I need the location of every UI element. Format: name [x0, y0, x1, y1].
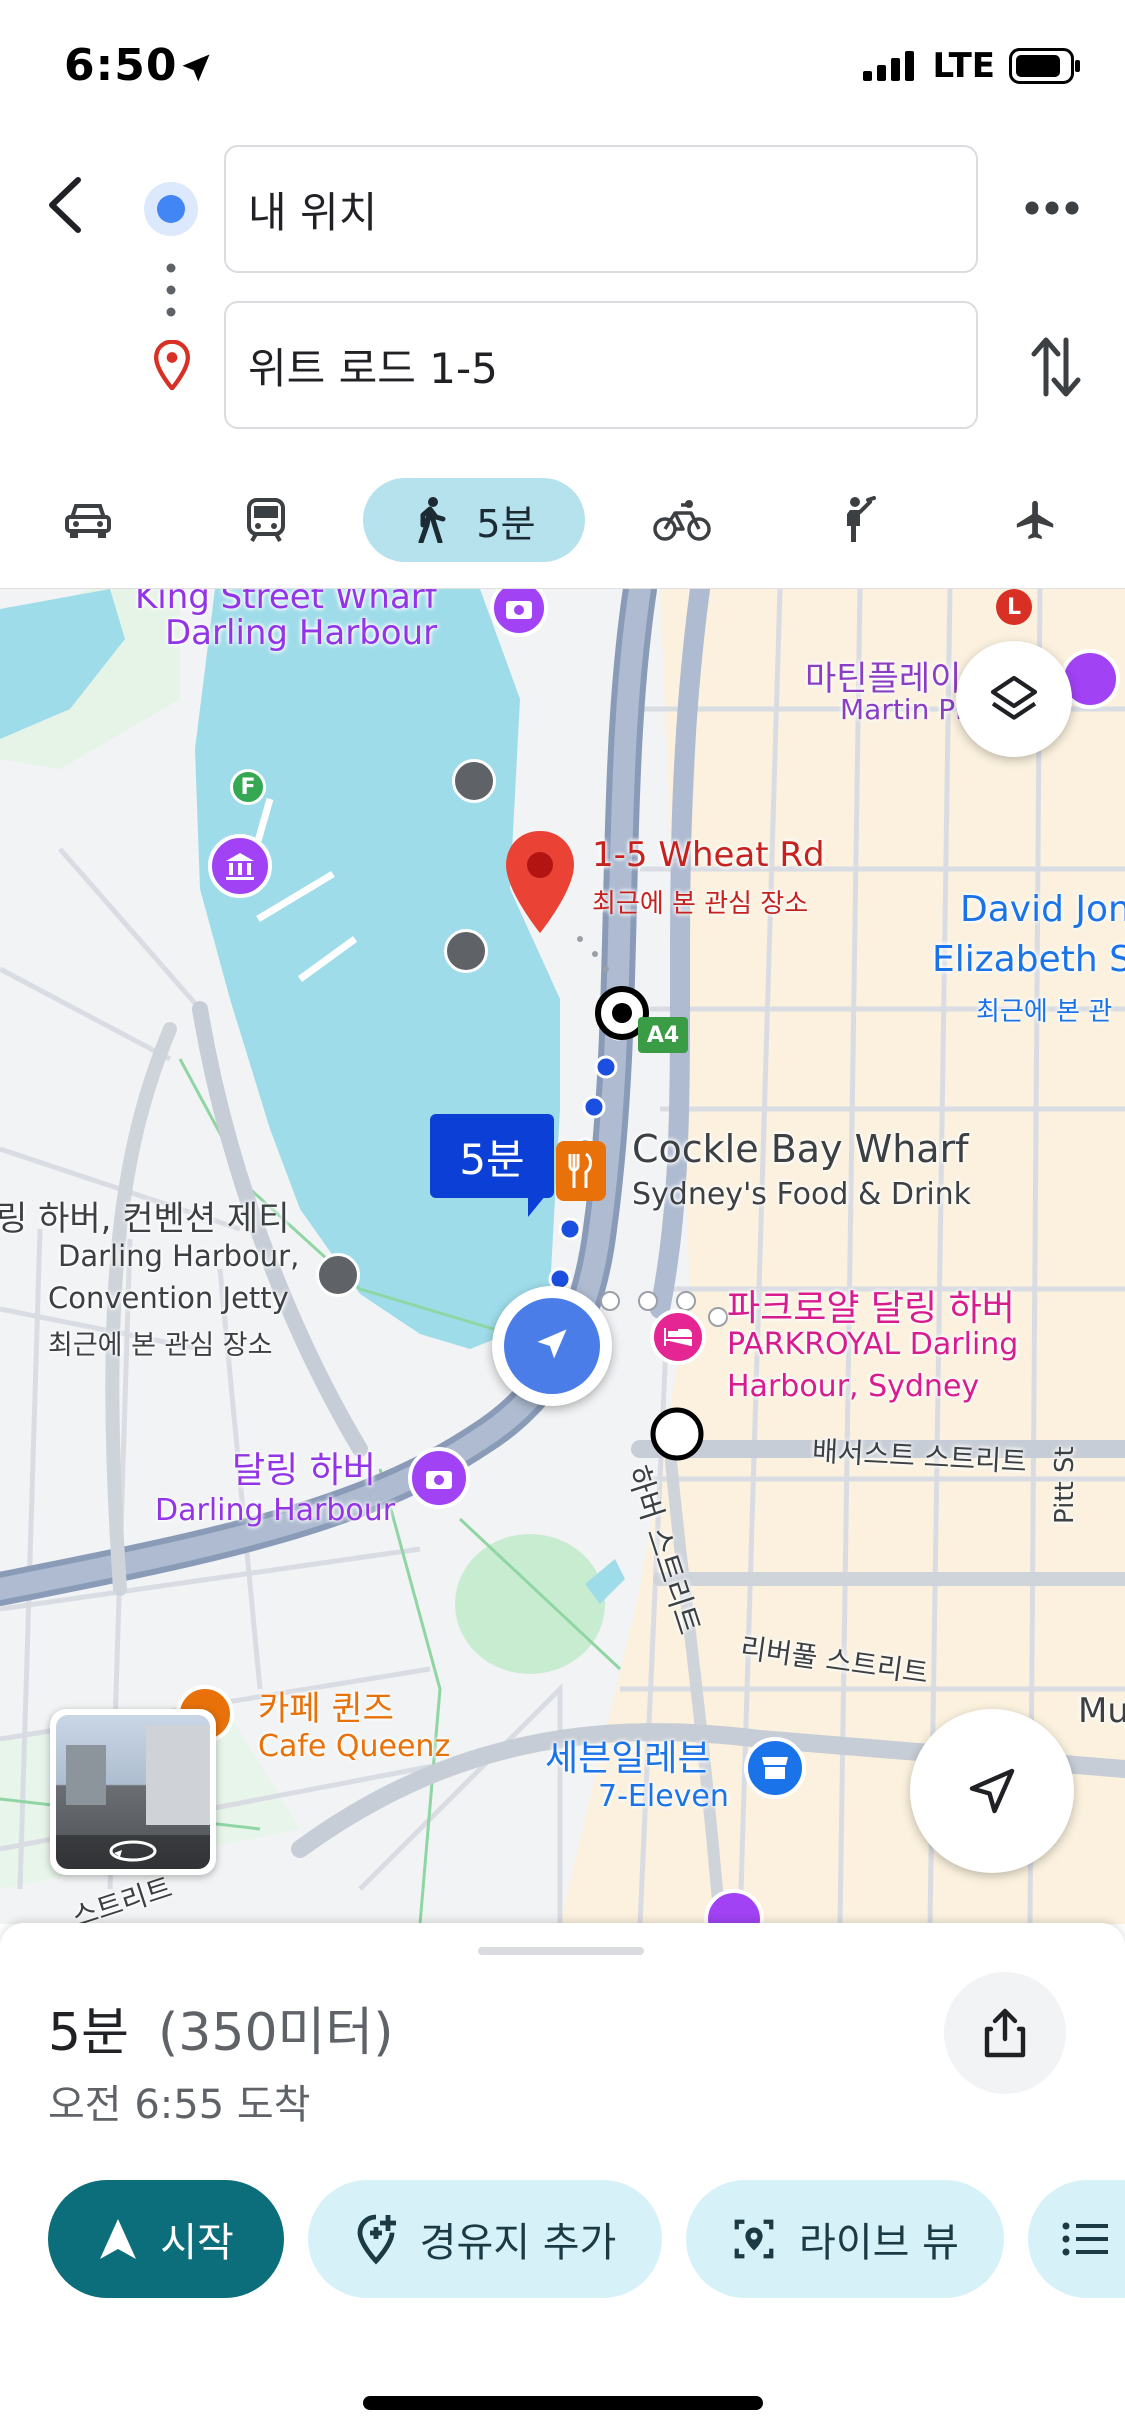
car-icon [65, 504, 111, 538]
arrival-time: 오전 6:55 도착 [48, 2082, 311, 2128]
battery-icon [1009, 48, 1080, 84]
start-label: 시작 [160, 2220, 234, 2266]
add-stop-label: 경유지 추가 [419, 2220, 617, 2266]
label-darling-harbour-top: Darling Harbour [165, 613, 438, 653]
train-station-marker[interactable]: L [996, 589, 1032, 625]
route-dots-icon [165, 262, 177, 322]
label-jetty-sub: 최근에 본 관심 장소 [48, 1330, 273, 1361]
destination-marker-icon[interactable] [500, 827, 580, 937]
back-arrow-icon [49, 177, 81, 233]
tab-ride[interactable] [830, 478, 890, 562]
start-button[interactable]: 시작 [48, 2180, 284, 2298]
label-martin-place-en: Martin Pl [840, 693, 963, 726]
ferry-poi-icon-1[interactable] [452, 759, 496, 803]
label-darling-harbour-en: Darling Harbour [155, 1493, 396, 1528]
label-jetty-en2: Convention Jetty [48, 1281, 289, 1315]
swap-button[interactable] [1030, 336, 1082, 402]
status-indicators: LTE [862, 46, 1081, 86]
ferry-station-marker[interactable]: F [230, 769, 266, 805]
label-mu: Mu [1078, 1691, 1125, 1731]
restaurant-icon[interactable] [556, 1141, 606, 1201]
label-david-jones-sub: 최근에 본 관 [976, 997, 1113, 1027]
street-view-thumbnail[interactable] [50, 1709, 216, 1875]
live-view-icon [734, 2219, 774, 2259]
tab-walk[interactable]: 5분 [363, 478, 585, 562]
label-david-jones-1: David Jon [960, 889, 1125, 930]
layers-icon [990, 675, 1038, 720]
road-badge: A4 [638, 1017, 688, 1053]
route-time-callout: 5분 [430, 1114, 554, 1198]
label-parkroyal-en1: PARKROYAL Darling [727, 1327, 1019, 1362]
signal-icon [862, 51, 914, 81]
label-cockle-bay[interactable]: Cockle Bay Wharf [632, 1127, 969, 1171]
label-seven-eleven-ko[interactable]: 세븐일레븐 [545, 1729, 711, 1781]
tab-bike[interactable] [652, 478, 712, 562]
recenter-button[interactable] [910, 1709, 1074, 1873]
tab-drive[interactable] [58, 478, 118, 562]
museum-poi-icon[interactable] [208, 834, 272, 898]
navigation-start-icon [100, 2219, 137, 2259]
more-horizontal-icon [1025, 201, 1079, 215]
label-pitt-street: Pitt St [1050, 1446, 1080, 1524]
airplane-icon [1016, 500, 1054, 540]
hail-icon [847, 496, 876, 542]
add-location-icon [357, 2214, 396, 2265]
current-location-marker[interactable] [492, 1286, 612, 1406]
label-destination-title[interactable]: 1-5 Wheat Rd [592, 835, 825, 875]
status-time: 6:50 [64, 40, 178, 91]
label-parkroyal-en2: Harbour, Sydney [727, 1369, 980, 1404]
label-seven-eleven-en: 7-Eleven [598, 1779, 729, 1814]
more-options-button[interactable] [1024, 200, 1080, 220]
map-view[interactable]: A4 King Street Wharf Darling Harbour 마틴플… [0, 588, 1125, 1924]
store-poi-icon[interactable] [744, 1737, 806, 1799]
hotel-poi-icon[interactable] [650, 1309, 706, 1365]
trip-distance: (350미터) [158, 2003, 394, 2063]
ferry-poi-icon-3[interactable] [316, 1253, 360, 1297]
destination-input[interactable]: 위트 로드 1-5 [224, 301, 978, 429]
ferry-poi-icon-2[interactable] [444, 929, 488, 973]
trip-duration: 5분 [48, 2003, 129, 2063]
navigation-arrow-icon [537, 1329, 567, 1359]
label-cafe-en: Cafe Queenz [258, 1729, 451, 1764]
network-type: LTE [932, 46, 995, 86]
navigation-outline-icon [969, 1768, 1015, 1814]
tab-transit[interactable] [236, 478, 296, 562]
origin-input[interactable]: 내 위치 [224, 145, 978, 273]
label-cockle-bay-sub: Sydney's Food & Drink [632, 1177, 972, 1212]
walk-time: 5분 [476, 501, 536, 546]
label-david-jones-2: Elizabeth S [932, 939, 1125, 980]
tab-flight[interactable] [1006, 478, 1066, 562]
add-stop-button[interactable]: 경유지 추가 [308, 2180, 662, 2298]
rotate-360-icon [109, 1840, 157, 1862]
bicycle-icon [653, 500, 711, 541]
label-darling-harbour-ko[interactable]: 달링 하버 [232, 1441, 376, 1493]
label-cafe-ko[interactable]: 카페 퀸즈 [258, 1681, 394, 1730]
label-parkroyal-ko[interactable]: 파크로얄 달링 하버 [727, 1279, 1015, 1331]
share-button[interactable] [944, 1972, 1066, 2094]
live-view-label: 라이브 뷰 [799, 2220, 959, 2266]
home-indicator [363, 2396, 763, 2410]
back-button[interactable] [40, 170, 90, 244]
destination-pin-icon [152, 339, 192, 394]
swap-vertical-icon [1031, 337, 1081, 397]
layers-button[interactable] [956, 641, 1072, 757]
label-jetty-ko: 링 하버, 컨벤션 제티 [0, 1199, 290, 1239]
location-arrow-icon [178, 50, 214, 90]
callout-tail [528, 1195, 546, 1217]
live-view-button[interactable]: 라이브 뷰 [686, 2180, 1004, 2298]
walk-icon [418, 497, 446, 543]
label-destination-sub: 최근에 본 관심 장소 [592, 889, 809, 919]
sheet-handle[interactable] [478, 1947, 644, 1955]
origin-dot-icon [144, 182, 198, 236]
list-icon [1062, 2222, 1108, 2256]
train-icon [247, 498, 285, 542]
share-icon [984, 2008, 1026, 2058]
camera-poi-icon-2[interactable] [408, 1447, 470, 1509]
label-jetty-en1: Darling Harbour, [58, 1239, 300, 1273]
